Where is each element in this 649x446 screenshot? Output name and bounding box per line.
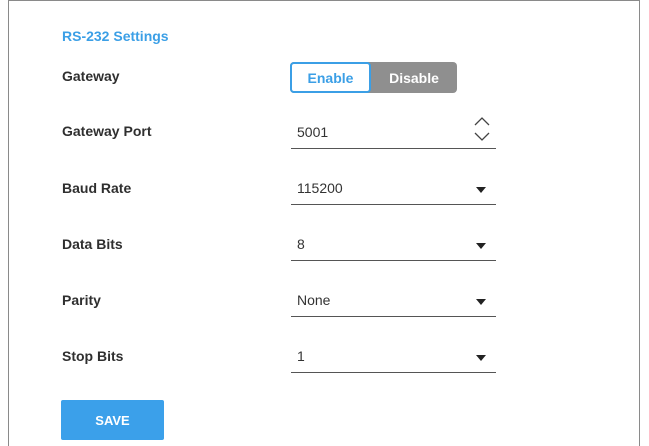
stop-bits-label: Stop Bits [62, 348, 124, 364]
dropdown-caret-icon[interactable] [476, 243, 486, 249]
stop-bits-select[interactable]: 1 [291, 343, 496, 373]
data-bits-label: Data Bits [62, 236, 123, 252]
gateway-port-input[interactable]: 5001 [291, 117, 496, 149]
parity-label: Parity [62, 292, 101, 308]
gateway-label: Gateway [62, 68, 120, 84]
data-bits-select[interactable]: 8 [291, 231, 496, 261]
chevron-down-icon [474, 132, 490, 141]
gateway-disable-button[interactable]: Disable [371, 62, 457, 93]
dropdown-caret-icon[interactable] [476, 355, 486, 361]
rs232-settings-panel: RS-232 Settings Gateway Enable Disable G… [8, 0, 640, 446]
save-button[interactable]: SAVE [61, 400, 164, 440]
data-bits-value: 8 [297, 236, 305, 252]
section-title: RS-232 Settings [62, 28, 169, 44]
baud-rate-value: 115200 [297, 180, 343, 196]
gateway-port-label: Gateway Port [62, 123, 152, 139]
parity-select[interactable]: None [291, 287, 496, 317]
gateway-port-stepper[interactable] [472, 113, 492, 145]
baud-rate-label: Baud Rate [62, 180, 132, 196]
stop-bits-value: 1 [297, 348, 305, 364]
dropdown-caret-icon[interactable] [476, 299, 486, 305]
stepper-arrows-icon[interactable] [472, 113, 492, 145]
gateway-port-value: 5001 [297, 124, 329, 140]
parity-value: None [297, 292, 331, 308]
gateway-enable-button[interactable]: Enable [290, 62, 371, 93]
baud-rate-select[interactable]: 115200 [291, 175, 496, 205]
chevron-up-icon [474, 117, 490, 126]
dropdown-caret-icon[interactable] [476, 187, 486, 193]
gateway-toggle[interactable]: Enable Disable [290, 62, 457, 93]
